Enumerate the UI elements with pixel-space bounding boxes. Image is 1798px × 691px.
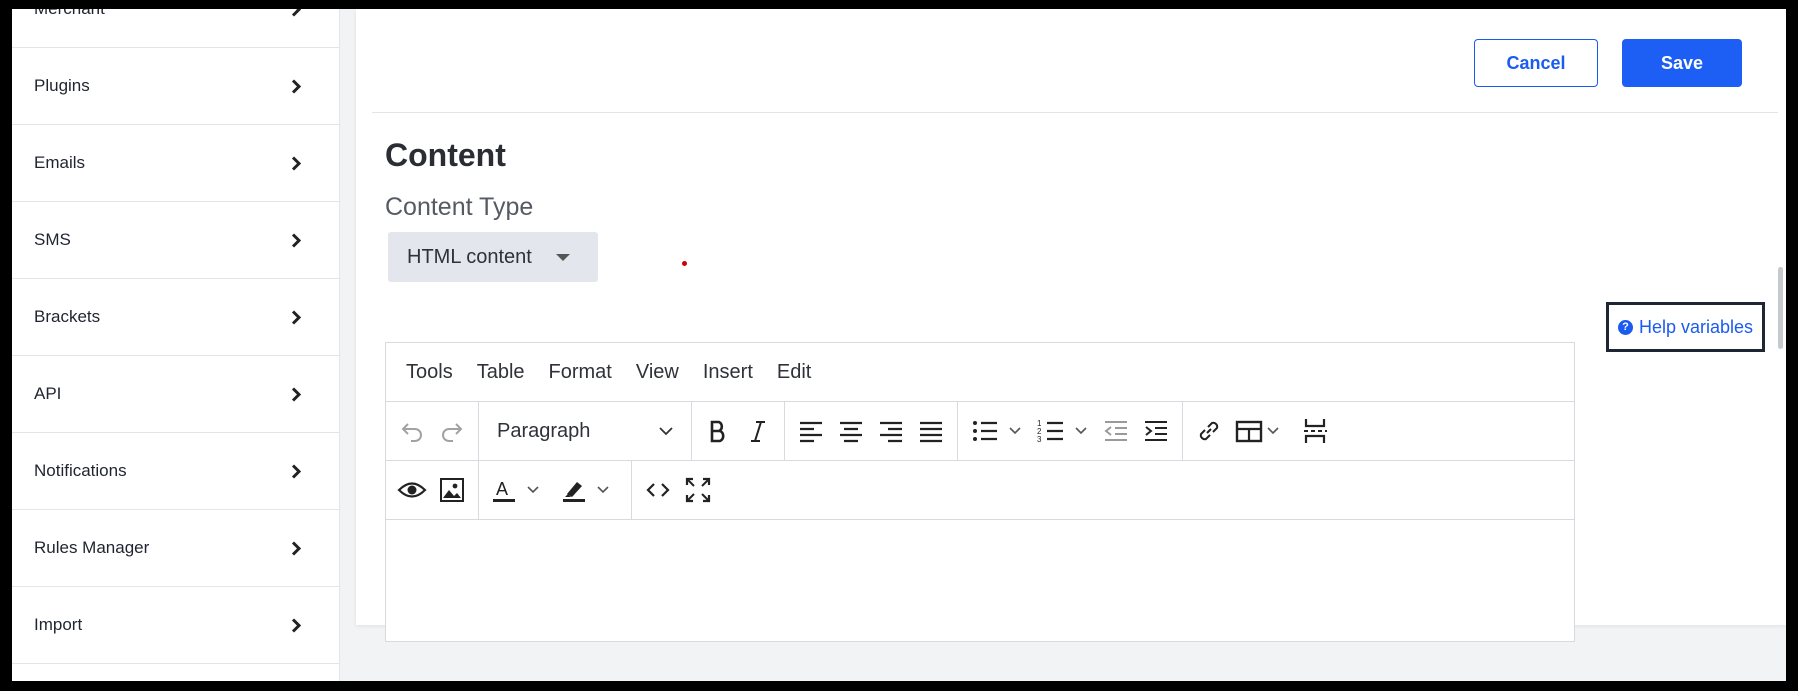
sidebar-item-label: Rules Manager — [34, 538, 150, 557]
table-icon[interactable] — [1229, 410, 1295, 452]
image-icon[interactable] — [432, 469, 472, 511]
editor-toolbar-row-2: A — [386, 461, 1574, 520]
block-format-dropdown[interactable]: Paragraph — [485, 410, 685, 452]
block-format-group: Paragraph — [479, 402, 692, 460]
view-group — [386, 461, 479, 519]
preview-icon[interactable] — [392, 469, 432, 511]
scrollbar-thumb[interactable] — [1778, 267, 1783, 349]
save-button[interactable]: Save — [1622, 39, 1742, 87]
link-icon[interactable] — [1189, 410, 1229, 452]
align-center-icon[interactable] — [831, 410, 871, 452]
sidebar-item-import[interactable]: Import — [12, 587, 339, 664]
alignment-group — [785, 402, 958, 460]
fullscreen-icon[interactable] — [678, 469, 718, 511]
question-circle-icon: ? — [1617, 319, 1633, 335]
svg-text:A: A — [496, 479, 508, 499]
menu-view[interactable]: View — [624, 361, 691, 384]
sidebar-item-brackets[interactable]: Brackets — [12, 279, 339, 356]
page-break-icon[interactable] — [1295, 410, 1335, 452]
sidebar-item-notifications[interactable]: Notifications — [12, 433, 339, 510]
editor-body[interactable] — [386, 520, 1574, 641]
chevron-right-icon — [289, 155, 303, 171]
content-type-value: HTML content — [407, 245, 532, 268]
sidebar-item-label: Brackets — [34, 307, 101, 326]
menu-tools[interactable]: Tools — [394, 361, 465, 384]
chevron-right-icon — [289, 78, 303, 94]
editor-toolbar-row-1: Paragraph 1 2 3 — [386, 402, 1574, 461]
undo-icon[interactable] — [392, 410, 432, 452]
source-code-icon[interactable] — [638, 469, 678, 511]
chevron-right-icon — [289, 232, 303, 248]
sidebar-item-label: Merchant — [34, 9, 105, 19]
editor-menubar: Tools Table Format View Insert Edit — [386, 343, 1574, 402]
menu-edit[interactable]: Edit — [765, 361, 823, 384]
bold-icon[interactable] — [698, 410, 738, 452]
cancel-button[interactable]: Cancel — [1474, 39, 1598, 87]
sidebar-item-merchant[interactable]: Merchant — [12, 9, 339, 48]
sidebar-item-sms[interactable]: SMS — [12, 202, 339, 279]
content-panel: Cancel Save Content Content Type HTML co… — [356, 9, 1786, 642]
list-group: 123 — [958, 402, 1183, 460]
chevron-right-icon — [289, 309, 303, 325]
chevron-right-icon — [289, 9, 303, 17]
section-heading: Content — [385, 137, 506, 173]
align-left-icon[interactable] — [791, 410, 831, 452]
align-right-icon[interactable] — [871, 410, 911, 452]
sidebar-item-label: API — [34, 384, 62, 403]
chevron-right-icon — [289, 617, 303, 633]
insert-group — [1183, 402, 1341, 460]
help-variables-label: Help variables — [1638, 316, 1754, 337]
sidebar-item-plugins[interactable]: Plugins — [12, 48, 339, 125]
history-group — [386, 402, 479, 460]
chevron-down-icon — [659, 426, 673, 435]
outdent-icon[interactable] — [1096, 410, 1136, 452]
italic-icon[interactable] — [738, 410, 778, 452]
help-variables-button[interactable]: ? Help variables — [1606, 302, 1765, 352]
align-justify-icon[interactable] — [911, 410, 951, 452]
svg-text:3: 3 — [1037, 435, 1042, 444]
code-group — [632, 461, 724, 519]
sidebar-item-api[interactable]: API — [12, 356, 339, 433]
indent-icon[interactable] — [1136, 410, 1176, 452]
sidebar-item-label: Emails — [34, 153, 86, 172]
sidebar-item-label: SMS — [34, 230, 71, 249]
sidebar-item-rules-manager[interactable]: Rules Manager — [12, 510, 339, 587]
menu-format[interactable]: Format — [537, 361, 624, 384]
redo-icon[interactable] — [432, 410, 472, 452]
content-type-label: Content Type — [385, 193, 534, 221]
caret-down-icon — [556, 254, 570, 261]
cursor-marker — [682, 261, 687, 266]
color-group: A — [479, 461, 632, 519]
block-format-value: Paragraph — [497, 419, 591, 442]
chevron-right-icon — [289, 540, 303, 556]
numbered-list-icon[interactable]: 123 — [1030, 410, 1096, 452]
bullet-list-icon[interactable] — [964, 410, 1030, 452]
sidebar-item-label: Notifications — [34, 461, 127, 480]
divider — [372, 112, 1778, 113]
sidebar-item-emails[interactable]: Emails — [12, 125, 339, 202]
text-style-group — [692, 402, 785, 460]
highlight-color-icon[interactable] — [555, 469, 625, 511]
app-frame: Merchant Plugins Emails SMS Brackets API — [12, 9, 1786, 681]
sidebar: Merchant Plugins Emails SMS Brackets API — [12, 9, 340, 681]
sidebar-item-label: Plugins — [34, 76, 90, 95]
text-color-icon[interactable]: A — [485, 469, 555, 511]
menu-insert[interactable]: Insert — [691, 361, 765, 384]
chevron-right-icon — [289, 463, 303, 479]
rich-text-editor: Tools Table Format View Insert Edit Para… — [385, 342, 1575, 642]
chevron-right-icon — [289, 386, 303, 402]
menu-table[interactable]: Table — [465, 361, 537, 384]
sidebar-item-label: Import — [34, 615, 83, 634]
content-type-select[interactable]: HTML content — [388, 232, 598, 282]
